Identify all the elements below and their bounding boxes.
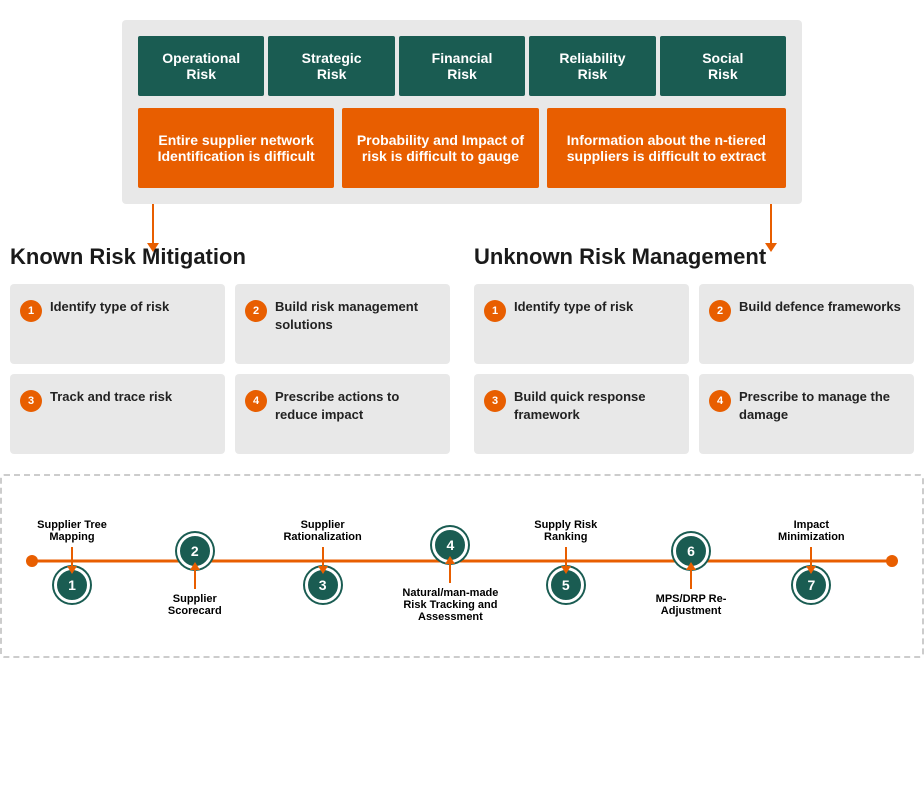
risk-box-3: Information about the n-tiered suppliers… [547, 108, 786, 188]
unknown-item-2-number: 2 [709, 300, 731, 322]
header-social: SocialRisk [660, 36, 786, 96]
node-7-label-above: Impact Minimization [769, 519, 854, 543]
timeline-node-3: Supplier Rationalization 3 [278, 519, 368, 603]
known-item-2-number: 2 [245, 300, 267, 322]
unknown-item-3-text: Build quick response framework [514, 388, 677, 424]
risk-boxes-row: Entire supplier network Identification i… [138, 108, 786, 188]
unknown-item-2-text: Build defence frameworks [739, 298, 901, 316]
unknown-item-3-number: 3 [484, 390, 506, 412]
known-item-1-text: Identify type of risk [50, 298, 169, 316]
node-3-label-above: Supplier Rationalization [278, 519, 368, 543]
header-strategic: StrategicRisk [268, 36, 394, 96]
known-risk-title: Known Risk Mitigation [10, 244, 450, 270]
risk-box-2: Probability and Impact of risk is diffic… [342, 108, 538, 188]
known-risk-grid: 1 Identify type of risk 2 Build risk man… [10, 284, 450, 454]
known-item-2-text: Build risk management solutions [275, 298, 438, 334]
unknown-risk-grid: 1 Identify type of risk 2 Build defence … [474, 284, 914, 454]
known-item-4-number: 4 [245, 390, 267, 412]
risk-box-1: Entire supplier network Identification i… [138, 108, 334, 188]
timeline-node-7: Impact Minimization 7 [769, 519, 854, 603]
risk-overview-panel: OperationalRisk StrategicRisk FinancialR… [122, 20, 802, 204]
known-item-4-text: Prescribe actions to reduce impact [275, 388, 438, 424]
timeline-node-1: Supplier Tree Mapping 1 [32, 519, 112, 603]
header-operational: OperationalRisk [138, 36, 264, 96]
unknown-item-4: 4 Prescribe to manage the damage [699, 374, 914, 454]
timeline-section: Supplier Tree Mapping 1 2 Supplier Score… [0, 474, 924, 658]
header-reliability: ReliabilityRisk [529, 36, 655, 96]
node-4-label-below: Natural/man-made Risk Tracking and Asses… [400, 587, 500, 623]
known-item-1: 1 Identify type of risk [10, 284, 225, 364]
known-risk-panel: Known Risk Mitigation 1 Identify type of… [10, 244, 450, 454]
unknown-risk-panel: Unknown Risk Management 1 Identify type … [474, 244, 914, 454]
known-item-3: 3 Track and trace risk [10, 374, 225, 454]
known-item-3-text: Track and trace risk [50, 388, 172, 406]
known-item-1-number: 1 [20, 300, 42, 322]
unknown-item-1-number: 1 [484, 300, 506, 322]
unknown-item-2: 2 Build defence frameworks [699, 284, 914, 364]
unknown-item-4-number: 4 [709, 390, 731, 412]
unknown-risk-title: Unknown Risk Management [474, 244, 914, 270]
header-financial: FinancialRisk [399, 36, 525, 96]
timeline-node-6: 6 MPS/DRP Re-Adjustment [646, 505, 736, 617]
unknown-item-1-text: Identify type of risk [514, 298, 633, 316]
timeline-node-5: Supply Risk Ranking 5 [523, 519, 608, 603]
known-item-4: 4 Prescribe actions to reduce impact [235, 374, 450, 454]
known-item-3-number: 3 [20, 390, 42, 412]
node-2-label-below: Supplier Scorecard [155, 593, 235, 617]
unknown-item-4-text: Prescribe to manage the damage [739, 388, 902, 424]
known-item-2: 2 Build risk management solutions [235, 284, 450, 364]
node-1-label-above: Supplier Tree Mapping [32, 519, 112, 543]
timeline-node-4: 4 Natural/man-made Risk Tracking and Ass… [400, 499, 500, 623]
risk-headers-row: OperationalRisk StrategicRisk FinancialR… [138, 36, 786, 96]
unknown-item-3: 3 Build quick response framework [474, 374, 689, 454]
unknown-item-1: 1 Identify type of risk [474, 284, 689, 364]
timeline-node-2: 2 Supplier Scorecard [155, 505, 235, 617]
node-6-label-below: MPS/DRP Re-Adjustment [646, 593, 736, 617]
node-5-label-above: Supply Risk Ranking [523, 519, 608, 543]
